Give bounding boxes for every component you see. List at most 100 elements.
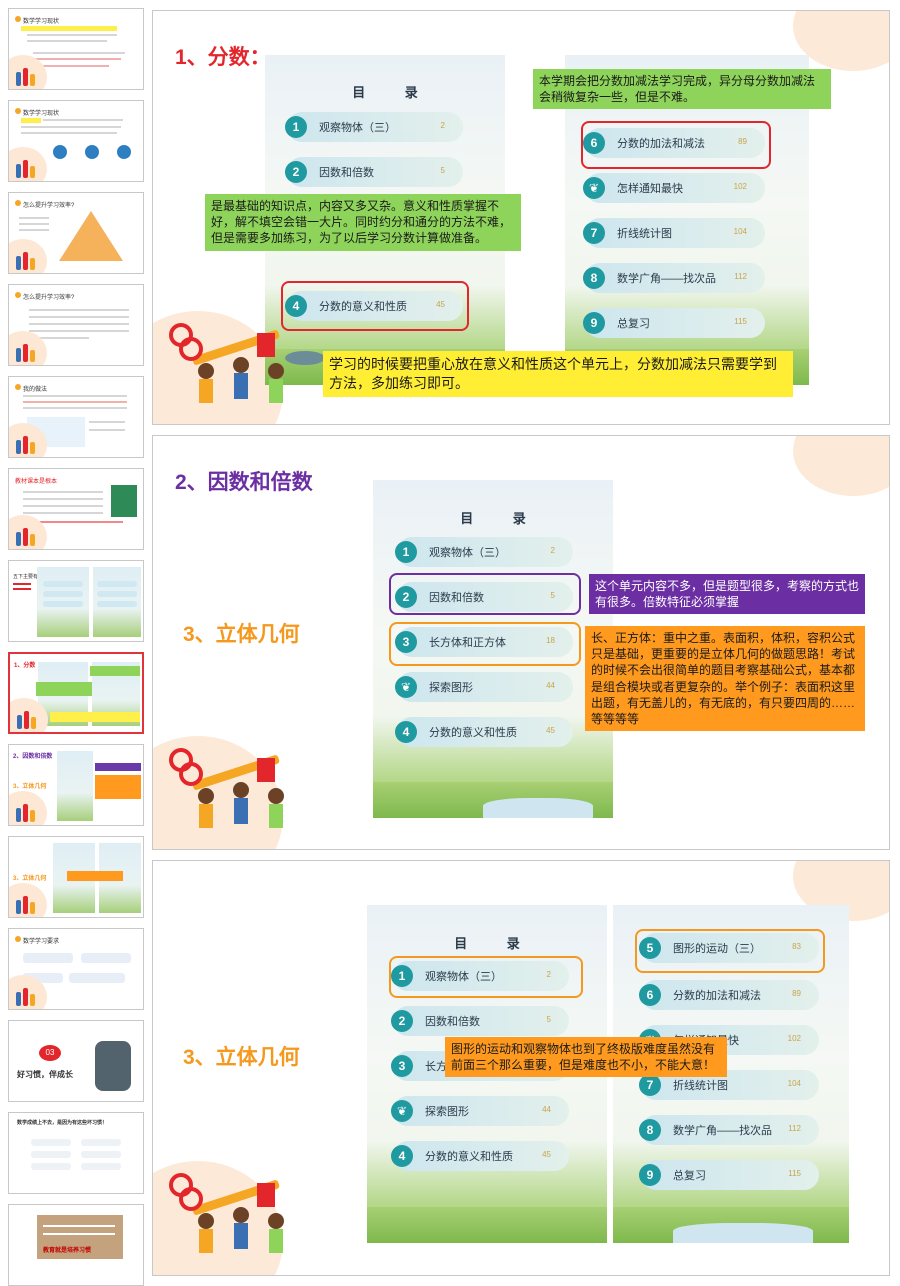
backpack-icon xyxy=(95,1041,131,1091)
toc-item: 4 分数的意义和性质 45 xyxy=(391,1141,569,1171)
requirement-pill xyxy=(81,953,131,963)
toc-page: 45 xyxy=(542,1150,551,1159)
kids-illustration-icon xyxy=(13,802,41,822)
decor-blob xyxy=(793,436,889,496)
toc-label: 分数的意义和性质 xyxy=(429,727,517,739)
note-preview xyxy=(50,712,140,722)
note-preview xyxy=(67,871,123,881)
text-line xyxy=(23,498,103,500)
requirement-pill xyxy=(23,953,73,963)
toc-number: 1 xyxy=(395,541,417,563)
toc-item: ❦ 怎样通知最快 102 xyxy=(583,173,765,203)
thumbnail-slide-10[interactable]: 3、立体几何 xyxy=(8,836,144,918)
bullet-icon xyxy=(15,16,21,22)
toc-number: 1 xyxy=(285,116,307,138)
highlight-box-orange xyxy=(389,622,581,666)
thumbnail-slide-13[interactable]: 数学成绩上不去，是因为有这些坏习惯！ xyxy=(8,1112,144,1194)
thumbnail-slide-7[interactable]: 五下主要有 xyxy=(8,560,144,642)
text-line xyxy=(43,1225,115,1227)
thumbnail-slide-4[interactable]: 怎么提升学习效率? xyxy=(8,284,144,366)
thumbnail-title: 数学学习现状 xyxy=(23,19,60,25)
thumbnail-title: 教育就是培养习惯 xyxy=(43,1248,92,1254)
toc-item xyxy=(97,601,137,607)
thumbnail-title: 3、立体几何 xyxy=(13,876,47,882)
text-line xyxy=(33,52,125,54)
slide-fractions: 1、分数： 目 录 1 观察物体（三） 2 2 因数和倍数 5 4 分数的意义和… xyxy=(152,10,890,425)
toc-item xyxy=(97,591,137,597)
toc-item: 8 数学广角——找次品 112 xyxy=(583,263,765,293)
toc-page: 112 xyxy=(734,272,747,281)
thumbnail-slide-14[interactable]: 教育就是培养习惯 xyxy=(8,1204,144,1286)
toc-page: 44 xyxy=(542,1105,551,1114)
toc-label: 探索图形 xyxy=(425,1106,469,1118)
toc-item: ❦ 探索图形 44 xyxy=(395,672,573,702)
toc-page: 5 xyxy=(440,166,445,175)
thumbnail-slide-9[interactable]: 2、因数和倍数 3、立体几何 xyxy=(8,744,144,826)
kids-illustration-icon xyxy=(13,526,41,546)
thumbnail-slide-11[interactable]: 数学学习要求 xyxy=(8,928,144,1010)
toc-number: 2 xyxy=(391,1010,413,1032)
toc-item xyxy=(97,581,137,587)
thumbnail-slide-8-selected[interactable]: 1、分数 xyxy=(8,652,144,734)
textbook-icon xyxy=(111,485,137,517)
toc-page: 104 xyxy=(733,227,747,236)
note-fraction-meaning: 是最基础的知识点，内容又多又杂。意义和性质掌握不好，解不填空会错一大片。同时约分… xyxy=(205,194,521,251)
toc-page: 115 xyxy=(788,1169,801,1178)
text-line xyxy=(29,323,129,325)
highlight-text xyxy=(21,118,41,123)
section-number: 03 xyxy=(39,1045,61,1061)
thumbnail-slide-5[interactable]: 我的做法 xyxy=(8,376,144,458)
toc-page: 2 xyxy=(550,546,555,555)
toc-label: 分数的加法和减法 xyxy=(673,990,761,1002)
thumbnail-slide-2[interactable]: 数学学习现状 xyxy=(8,100,144,182)
thumbnail-title: 我的做法 xyxy=(23,387,48,393)
text-line xyxy=(13,583,31,585)
toc-number: ❦ xyxy=(391,1100,413,1122)
bullet-icon xyxy=(15,108,21,114)
toc-label: 观察物体（三） xyxy=(319,122,396,134)
slide-solid-geometry: 3、立体几何 目 录 1 观察物体（三） 2 2 因数和倍数 5 3 长方体和正… xyxy=(152,860,890,1276)
highlight-box-orange xyxy=(635,929,825,973)
kids-illustration-icon xyxy=(13,894,41,914)
toc-number: 9 xyxy=(639,1164,661,1186)
list-item xyxy=(81,1139,121,1146)
toc-item xyxy=(43,601,83,607)
toc-label: 观察物体（三） xyxy=(429,547,506,559)
toc-item: 1 观察物体（三） 2 xyxy=(285,112,463,142)
toc-item: 8 数学广角——找次品 112 xyxy=(639,1115,819,1145)
slide-subheading: 3、立体几何 xyxy=(183,623,300,646)
info-circle-icon xyxy=(53,145,67,159)
toc-label: 因数和倍数 xyxy=(319,167,374,179)
slide-heading: 3、立体几何 xyxy=(183,1046,300,1069)
note-preview xyxy=(90,666,140,676)
thumbnail-slide-6[interactable]: 教材课本是根本 xyxy=(8,468,144,550)
thumbnail-title: 数学学习要求 xyxy=(23,939,60,945)
bullet-icon xyxy=(15,200,21,206)
toc-title: 目 录 xyxy=(454,936,538,951)
toc-page: 44 xyxy=(546,681,555,690)
text-line xyxy=(23,401,127,403)
text-line xyxy=(23,505,103,507)
toc-page: 5 xyxy=(546,1015,551,1024)
kids-illustration-icon xyxy=(13,158,41,178)
toc-number: 2 xyxy=(285,161,307,183)
toc-label: 数学广角——找次品 xyxy=(617,273,716,285)
text-line xyxy=(43,1233,115,1235)
toc-label: 折线统计图 xyxy=(673,1080,728,1092)
text-line xyxy=(43,119,123,121)
toc-number: 9 xyxy=(583,312,605,334)
thumbnail-slide-12[interactable]: 03 好习惯，伴成长 xyxy=(8,1020,144,1102)
toc-number: ❦ xyxy=(395,676,417,698)
text-line xyxy=(19,229,49,231)
text-line xyxy=(23,512,103,514)
thumbnail-slide-1[interactable]: 数学学习现状 xyxy=(8,8,144,90)
thumbnail-slide-3[interactable]: 怎么提升学习效率? xyxy=(8,192,144,274)
note-study-focus: 学习的时候要把重心放在意义和性质这个单元上，分数加减法只需要学到方法，多加练习即… xyxy=(323,351,793,397)
list-item xyxy=(31,1151,71,1158)
grass-hill xyxy=(367,1207,607,1243)
kids-illustration-icon xyxy=(14,709,42,729)
thumbnail-title: 2、因数和倍数 xyxy=(13,754,53,760)
toc-number: 6 xyxy=(639,984,661,1006)
text-line xyxy=(29,330,129,332)
list-item xyxy=(81,1163,121,1170)
